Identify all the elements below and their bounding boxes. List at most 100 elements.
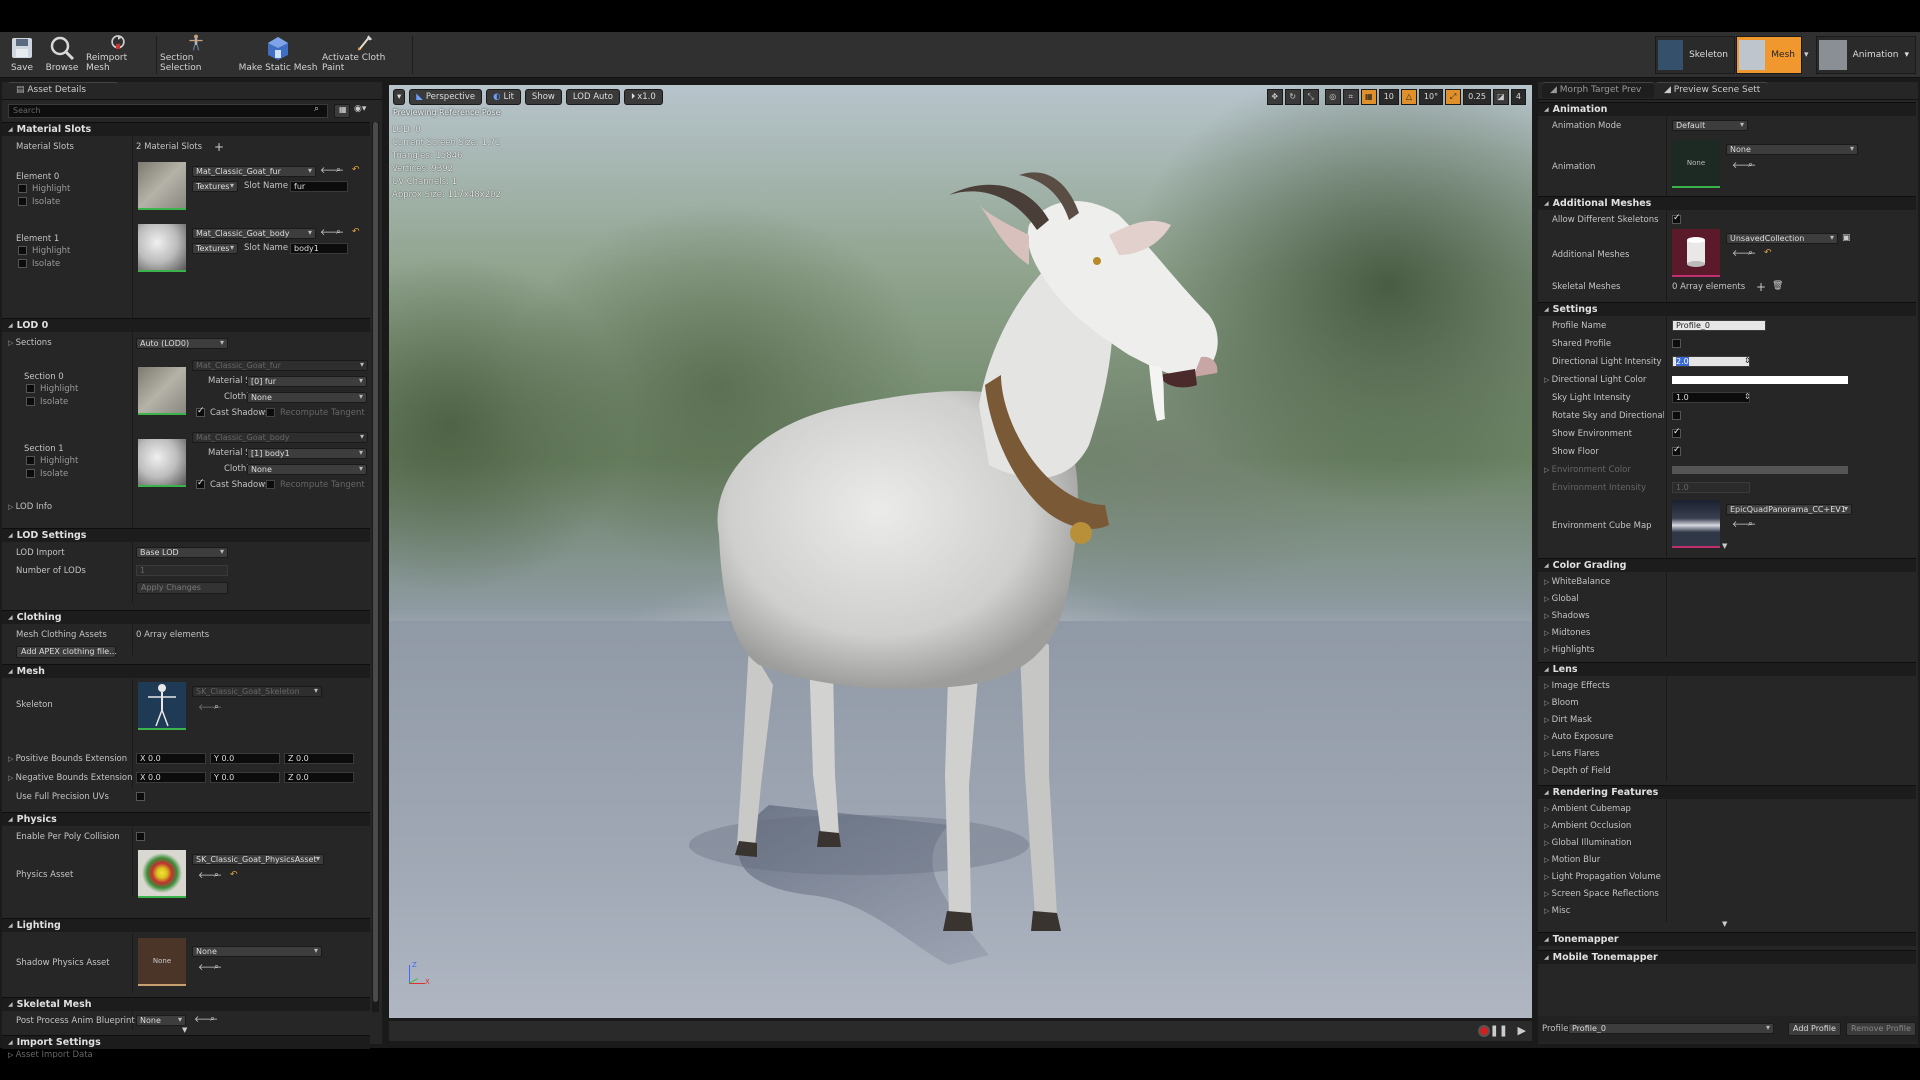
profile-select-combo[interactable]: Profile_0 — [1568, 1023, 1774, 1034]
category-rendering-features[interactable]: Rendering Features — [1538, 785, 1916, 799]
category-color-grading[interactable]: Color Grading — [1538, 558, 1916, 572]
auto-exposure-expander[interactable]: Auto Exposure — [1544, 732, 1614, 742]
section-0-material-slot-combo[interactable]: [0] fur — [247, 376, 367, 387]
full-precision-uvs-checkbox[interactable] — [136, 792, 145, 801]
negative-bounds-x[interactable]: X 0.0 — [136, 772, 206, 783]
add-material-slot-icon[interactable]: + — [214, 140, 224, 154]
translate-mode-icon[interactable]: ✥ — [1266, 89, 1283, 105]
play-forward-icon[interactable]: ▶ — [1518, 1024, 1526, 1037]
browse-asset-search-icon[interactable]: ⌕ — [336, 227, 341, 237]
reset-to-default-icon[interactable]: ↶ — [1764, 248, 1772, 258]
save-button[interactable]: Save — [4, 34, 40, 76]
misc-expander[interactable]: Misc — [1544, 906, 1571, 916]
depth-of-field-expander[interactable]: Depth of Field — [1544, 766, 1611, 776]
tab-morph-target-preview[interactable]: ◢ Morph Target Prev — [1542, 82, 1654, 98]
section-0-isolate-checkbox[interactable] — [26, 397, 35, 406]
column-splitter[interactable] — [132, 827, 133, 897]
grid-snap-icon[interactable]: ▦ — [1360, 89, 1377, 105]
add-profile-button[interactable]: Add Profile — [1788, 1022, 1841, 1036]
positive-bounds-label[interactable]: Positive Bounds Extension — [8, 754, 128, 764]
lod-import-combo[interactable]: Base LOD — [136, 547, 228, 558]
element-0-isolate-checkbox[interactable] — [18, 197, 27, 206]
profile-name-input[interactable]: Profile_0 — [1672, 320, 1766, 331]
spin-arrows-icon[interactable]: ⇕ — [1744, 392, 1751, 401]
material-thumbnail-body[interactable] — [138, 224, 186, 272]
post-process-anim-bp-combo[interactable]: None — [136, 1015, 186, 1026]
section-1-material-thumbnail[interactable] — [138, 439, 186, 487]
additional-meshes-thumbnail[interactable] — [1672, 229, 1720, 277]
advanced-chevron-down-icon[interactable]: ▼ — [182, 1026, 187, 1034]
section-selection-button[interactable]: Section Selection — [160, 34, 232, 76]
tab-asset-details[interactable]: ▤ Asset Details — [8, 82, 118, 98]
element-0-textures-combo[interactable]: Textures — [192, 181, 238, 192]
positive-bounds-y[interactable]: Y 0.0 — [210, 753, 280, 764]
element-0-highlight-checkbox[interactable] — [18, 184, 27, 193]
section-0-highlight-checkbox[interactable] — [26, 384, 35, 393]
browse-asset-search-icon[interactable]: ⌕ — [210, 1014, 215, 1024]
reset-to-default-icon[interactable]: ↶ — [352, 165, 360, 175]
animation-mode-combo[interactable]: Default — [1672, 120, 1748, 131]
global-illumination-expander[interactable]: Global Illumination — [1544, 838, 1632, 848]
category-material-slots[interactable]: Material Slots — [2, 122, 370, 136]
preview-viewport[interactable]: ▾ ◣ Perspective ◐ Lit Show LOD Auto ⏵ x1.0 … — [389, 85, 1532, 1018]
advanced-chevron-down-icon[interactable]: ▼ — [1722, 542, 1727, 550]
section-1-material-slot-combo[interactable]: [1] body1 — [247, 448, 367, 459]
negative-bounds-y[interactable]: Y 0.0 — [210, 772, 280, 783]
rotate-mode-icon[interactable]: ↻ — [1284, 89, 1301, 105]
shadow-physics-asset-thumbnail[interactable]: None — [138, 938, 186, 986]
category-settings[interactable]: Settings — [1538, 302, 1916, 316]
negative-bounds-label[interactable]: Negative Bounds Extension — [8, 773, 133, 783]
global-expander[interactable]: Global — [1544, 594, 1579, 604]
element-1-material-combo[interactable]: Mat_Classic_Goat_body — [192, 228, 316, 239]
rotation-snap-icon[interactable]: △ — [1400, 89, 1417, 105]
lod-info-expander[interactable]: LOD Info — [8, 502, 52, 512]
browse-asset-search-icon[interactable]: ⌕ — [336, 165, 341, 175]
section-1-cast-shadows-checkbox[interactable] — [196, 478, 205, 489]
column-splitter[interactable] — [132, 625, 133, 655]
pause-icon[interactable]: ❚❚ — [1490, 1024, 1508, 1037]
category-skeletal-mesh[interactable]: Skeletal Mesh — [2, 997, 370, 1011]
element-1-isolate-checkbox[interactable] — [18, 259, 27, 268]
material-thumbnail-fur[interactable] — [138, 162, 186, 210]
apply-changes-button[interactable]: Apply Changes — [136, 582, 228, 594]
grid-snap-value[interactable]: 10 — [1378, 89, 1399, 105]
section-1-isolate-checkbox[interactable] — [26, 469, 35, 478]
advanced-chevron-down-icon[interactable]: ▼ — [1722, 920, 1727, 928]
cube-map-thumbnail[interactable] — [1672, 500, 1720, 548]
reset-to-default-icon[interactable]: ↶ — [352, 227, 360, 237]
reimport-mesh-button[interactable]: Reimport Mesh — [86, 34, 150, 76]
camera-speed-value[interactable]: 4 — [1510, 89, 1526, 105]
column-splitter[interactable] — [1666, 677, 1667, 781]
rotate-sky-checkbox[interactable] — [1672, 411, 1681, 420]
ambient-occlusion-expander[interactable]: Ambient Occlusion — [1544, 821, 1632, 831]
rotation-snap-value[interactable]: 10° — [1418, 89, 1444, 105]
skeleton-thumbnail[interactable] — [138, 682, 186, 730]
category-physics[interactable]: Physics — [2, 812, 370, 826]
animation-asset-combo[interactable]: None — [1726, 144, 1858, 155]
positive-bounds-x[interactable]: X 0.0 — [136, 753, 206, 764]
section-1-clothing-combo[interactable]: None — [247, 464, 367, 475]
category-clothing[interactable]: Clothing — [2, 610, 370, 624]
additional-meshes-combo[interactable]: UnsavedCollection — [1726, 233, 1838, 244]
browse-asset-search-icon[interactable]: ⌕ — [1748, 248, 1753, 258]
sections-lod-combo[interactable]: Auto (LOD0) — [136, 338, 228, 349]
animation-mode-chevron-down-icon[interactable]: ▾ — [1904, 50, 1909, 60]
bloom-expander[interactable]: Bloom — [1544, 698, 1579, 708]
browse-skeleton-search-icon[interactable]: ⌕ — [214, 702, 219, 712]
category-animation[interactable]: Animation — [1538, 102, 1916, 116]
scale-snap-icon[interactable]: ⤢ — [1445, 89, 1462, 105]
world-local-icon[interactable]: ◎ — [1324, 89, 1341, 105]
category-lighting[interactable]: Lighting — [2, 918, 370, 932]
lens-flares-expander[interactable]: Lens Flares — [1544, 749, 1600, 759]
browse-asset-search-icon[interactable]: ⌕ — [214, 962, 219, 972]
tab-preview-scene-settings[interactable]: ◢ Preview Scene Sett — [1656, 82, 1768, 98]
section-1-highlight-checkbox[interactable] — [26, 456, 35, 465]
goat-mesh-preview[interactable] — [389, 85, 1532, 1018]
midtones-expander[interactable]: Midtones — [1544, 628, 1591, 638]
positive-bounds-z[interactable]: Z 0.0 — [284, 753, 354, 764]
activate-cloth-paint-button[interactable]: Activate Cloth Paint — [322, 34, 408, 76]
ambient-cubemap-expander[interactable]: Ambient Cubemap — [1544, 804, 1631, 814]
shadow-physics-asset-combo[interactable]: None — [192, 946, 322, 957]
sky-light-intensity-input[interactable]: 1.0 — [1672, 392, 1750, 403]
highlights-expander[interactable]: Highlights — [1544, 645, 1595, 655]
